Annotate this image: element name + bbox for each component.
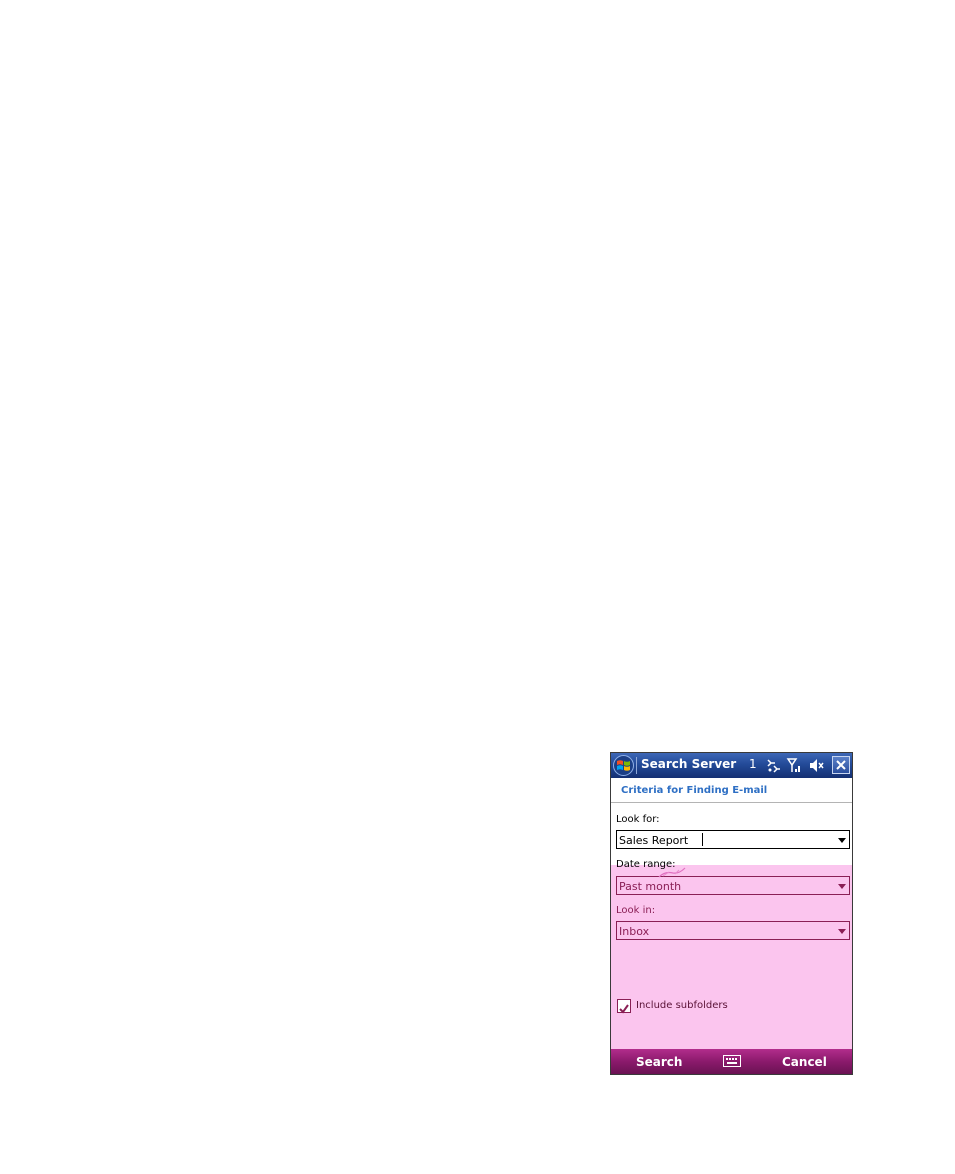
cancel-softkey[interactable]: Cancel: [782, 1055, 827, 1069]
speaker-muted-icon[interactable]: [808, 757, 824, 774]
look-for-value: Sales Report: [619, 834, 689, 847]
chevron-down-icon[interactable]: [838, 884, 846, 889]
keyboard-icon[interactable]: [723, 1055, 741, 1067]
window-title: Search Server: [641, 757, 737, 771]
chevron-down-icon[interactable]: [838, 929, 846, 934]
look-in-dropdown[interactable]: Inbox: [616, 921, 850, 940]
date-range-dropdown[interactable]: Past month: [616, 876, 850, 895]
include-subfolders-checkbox[interactable]: [617, 999, 631, 1014]
windows-start-icon[interactable]: [613, 755, 634, 776]
connectivity-icon[interactable]: [765, 757, 781, 774]
stylus-mark: [658, 867, 686, 878]
close-button[interactable]: [832, 756, 850, 774]
text-cursor: [702, 833, 703, 846]
date-range-value: Past month: [619, 880, 682, 893]
look-for-label: Look for:: [616, 814, 660, 825]
page-header: Criteria for Finding E-mail: [611, 778, 852, 803]
title-bar: Search Server 1: [611, 753, 852, 778]
page-title: Criteria for Finding E-mail: [621, 785, 768, 796]
softkey-bar: Search Cancel: [611, 1049, 852, 1074]
look-in-label: Look in:: [616, 905, 656, 916]
notification-count[interactable]: 1: [749, 757, 757, 771]
device-screen: Search Server 1 Criteria for Finding E-m…: [610, 752, 853, 1075]
signal-icon[interactable]: [786, 757, 802, 774]
title-separator: [636, 757, 637, 774]
close-icon: [836, 760, 846, 770]
include-subfolders-label[interactable]: Include subfolders: [636, 1000, 728, 1011]
look-for-combobox[interactable]: Sales Report: [616, 830, 850, 849]
checkmark-icon: [619, 1004, 629, 1014]
chevron-down-icon[interactable]: [838, 838, 846, 843]
look-in-value: Inbox: [619, 925, 650, 938]
search-criteria-form: Look for: Sales Report Date range: Past …: [611, 803, 852, 1049]
search-softkey[interactable]: Search: [636, 1055, 682, 1069]
